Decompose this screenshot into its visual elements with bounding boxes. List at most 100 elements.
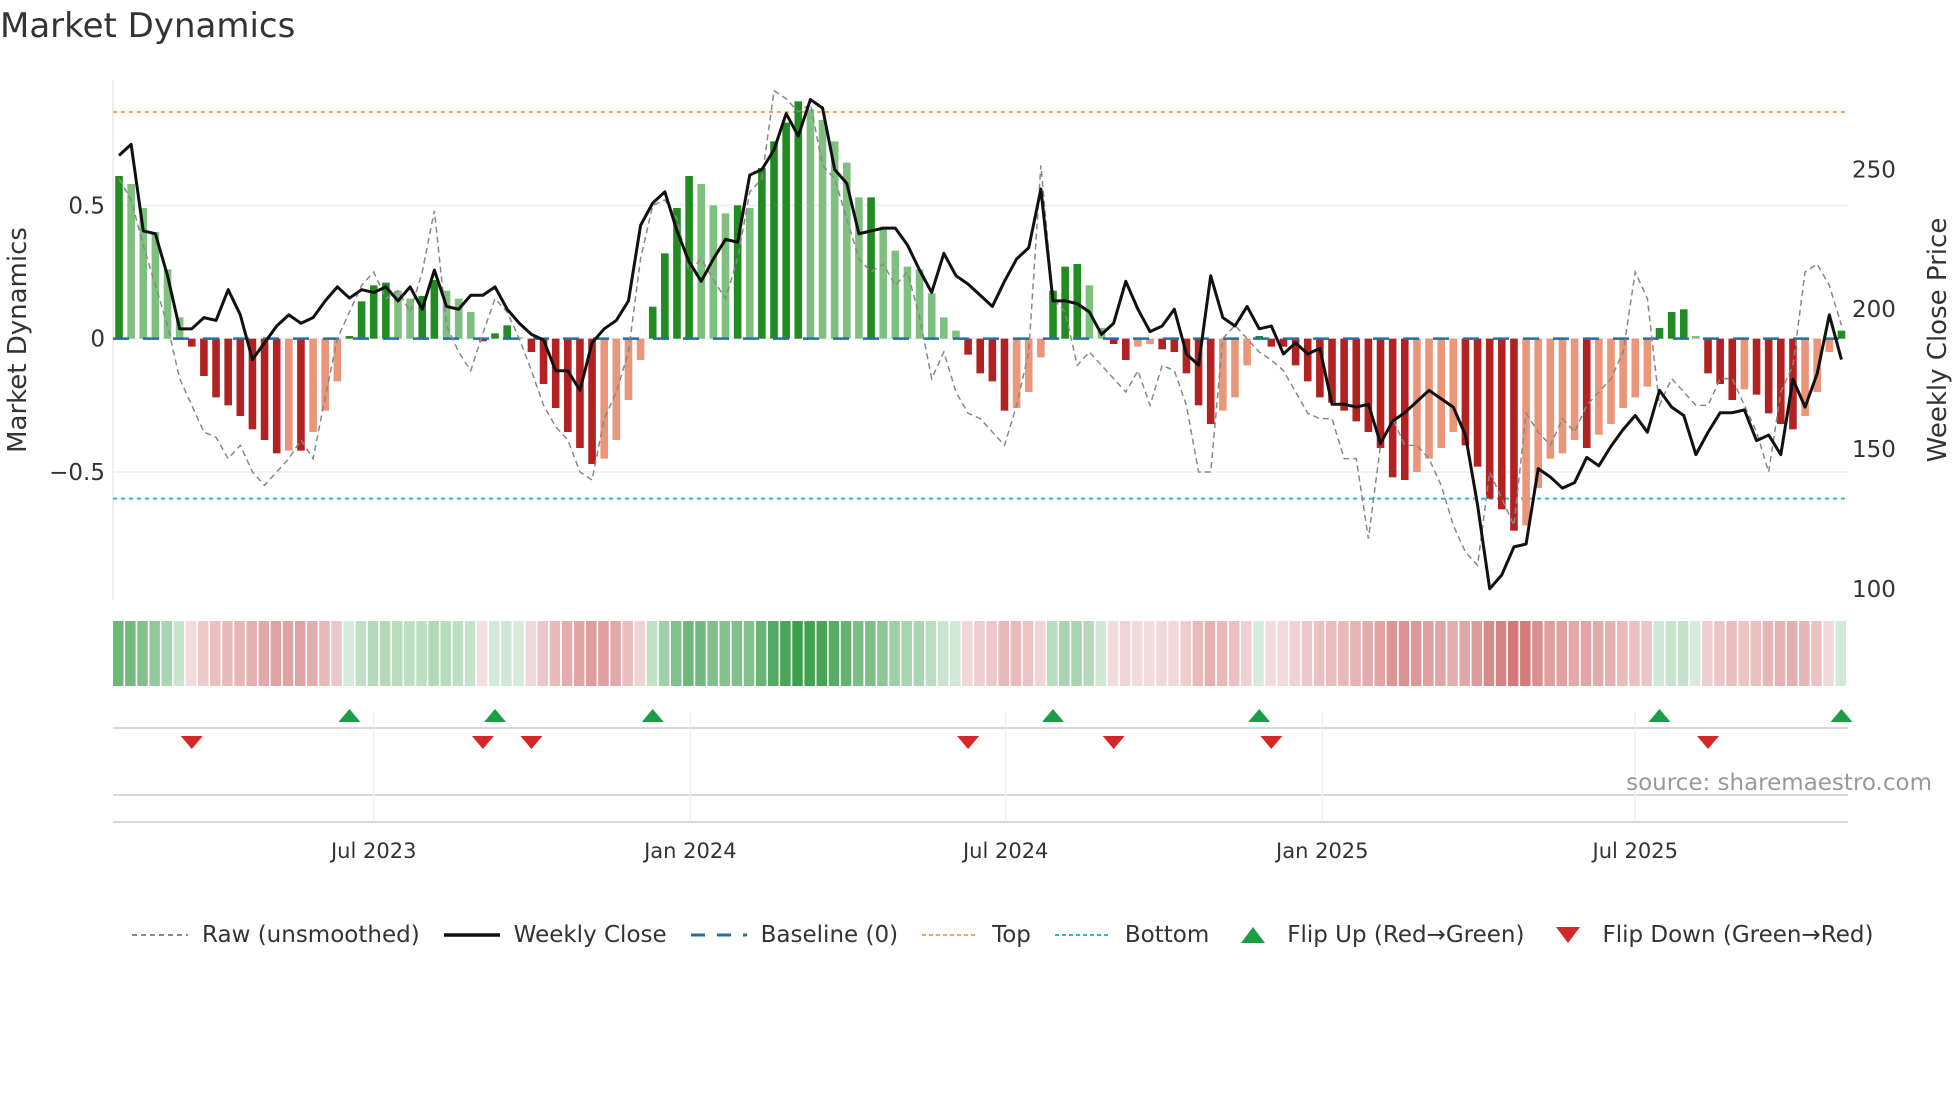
heatmap-cell	[416, 621, 427, 686]
flip-up-marker	[1042, 709, 1065, 722]
momentum-bar	[1679, 309, 1688, 339]
heatmap-cell	[1338, 621, 1349, 686]
momentum-bar	[818, 120, 827, 339]
heatmap-cell	[440, 621, 452, 686]
momentum-bar	[1364, 338, 1373, 432]
momentum-bar	[297, 338, 305, 451]
raw-swatch-icon	[132, 934, 188, 936]
top-swatch-icon	[922, 934, 979, 936]
flip-up-marker	[1830, 709, 1853, 722]
heatmap-cell	[622, 621, 633, 686]
heatmap-cell	[1022, 621, 1034, 686]
heatmap-cell	[1119, 621, 1131, 686]
heatmap-cell	[695, 621, 706, 686]
momentum-bar	[1667, 312, 1676, 339]
momentum-bar	[212, 338, 220, 398]
heatmap-cell	[1071, 621, 1082, 686]
heatmap-cell	[1677, 621, 1689, 686]
momentum-bar	[770, 141, 778, 339]
bottom-swatch-icon	[1054, 934, 1111, 936]
legend-label: Flip Down (Green→Red)	[1602, 922, 1874, 948]
heatmap-cell	[1811, 621, 1822, 686]
momentum-bar	[636, 338, 645, 360]
heatmap-cell	[1726, 621, 1737, 686]
heatmap-cell	[937, 621, 949, 686]
y-axis-label: Market Dynamics	[3, 227, 33, 453]
heatmap-cell	[113, 621, 124, 686]
heatmap-cell	[173, 621, 185, 686]
heatmap-cell	[1568, 621, 1580, 686]
momentum-bar	[600, 338, 608, 459]
momentum-bar	[648, 306, 657, 339]
heatmap-cell	[1799, 621, 1810, 686]
x-tick-label: Jan 2024	[642, 839, 737, 863]
momentum-bar	[333, 338, 342, 382]
momentum-bar	[879, 226, 887, 339]
heatmap-cell	[573, 621, 585, 686]
momentum-bar	[709, 205, 718, 339]
legend-item-baseline: Baseline (0)	[689, 922, 898, 948]
heatmap-cell	[1216, 621, 1228, 686]
momentum-bar	[1206, 338, 1215, 424]
x-tick-label: Jul 2023	[329, 839, 416, 863]
heatmap-cell	[1131, 621, 1143, 686]
heatmap-cell	[731, 621, 743, 686]
heatmap-cell	[1423, 621, 1434, 686]
heatmap-cell	[1738, 621, 1749, 686]
heatmap-cell	[768, 621, 779, 686]
flip-down-marker	[957, 736, 980, 749]
heatmap-cell	[889, 621, 900, 686]
legend-item-raw: Raw (unsmoothed)	[130, 922, 420, 948]
y-tick-label: 0.5	[68, 193, 105, 219]
momentum-bar	[976, 338, 985, 374]
flip-down-marker	[1260, 736, 1283, 749]
momentum-bar	[903, 266, 912, 339]
heatmap-cell	[355, 621, 367, 686]
momentum-bar	[236, 338, 245, 416]
momentum-bar	[491, 333, 499, 339]
y2-axis-label: Weekly Close Price	[1923, 218, 1953, 463]
heatmap-cell	[707, 621, 718, 686]
momentum-bar	[1546, 338, 1555, 459]
momentum-bar	[806, 109, 815, 339]
momentum-bar	[309, 338, 317, 432]
heatmap-cell	[1471, 621, 1483, 686]
momentum-bar	[1425, 338, 1433, 459]
heatmap-cell	[1823, 621, 1834, 686]
heatmap-cell	[1532, 621, 1543, 686]
heatmap-cell	[1689, 621, 1701, 686]
flip-up-marker	[1248, 709, 1271, 722]
momentum-bar	[1716, 338, 1724, 384]
momentum-bar	[1158, 338, 1166, 350]
legend-item-top: Top	[920, 922, 1031, 948]
heatmap-cell	[1010, 621, 1022, 686]
momentum-bar	[964, 338, 972, 355]
heatmap-cell	[1580, 621, 1592, 686]
momentum-bar	[115, 176, 123, 339]
momentum-bar	[1534, 338, 1543, 488]
heatmap-cell	[1107, 621, 1119, 686]
heatmap-cell	[1520, 621, 1531, 686]
momentum-bar	[1037, 338, 1045, 358]
heatmap-cell	[974, 621, 985, 686]
heatmap-cell	[877, 621, 888, 686]
momentum-bar	[187, 338, 196, 347]
heatmap-cell	[1180, 621, 1191, 686]
momentum-bar	[1498, 338, 1506, 510]
heatmap-cell	[634, 621, 646, 686]
x-tick-label: Jan 2025	[1274, 839, 1369, 863]
heatmap-cell	[307, 621, 318, 686]
price-swatch-icon	[443, 933, 500, 937]
momentum-bar	[891, 250, 900, 339]
heatmap-cell	[962, 621, 973, 686]
heatmap-cell	[1374, 621, 1386, 686]
momentum-bar	[1692, 336, 1700, 339]
legend-label: Bottom	[1124, 922, 1210, 948]
y2-tick-label: 250	[1852, 157, 1896, 183]
momentum-bar	[285, 338, 293, 451]
heatmap-cell	[294, 621, 306, 686]
momentum-bar	[1352, 338, 1361, 422]
heatmap-cell	[683, 621, 694, 686]
momentum-bar	[1655, 328, 1664, 339]
heatmap-cell	[1228, 621, 1240, 686]
